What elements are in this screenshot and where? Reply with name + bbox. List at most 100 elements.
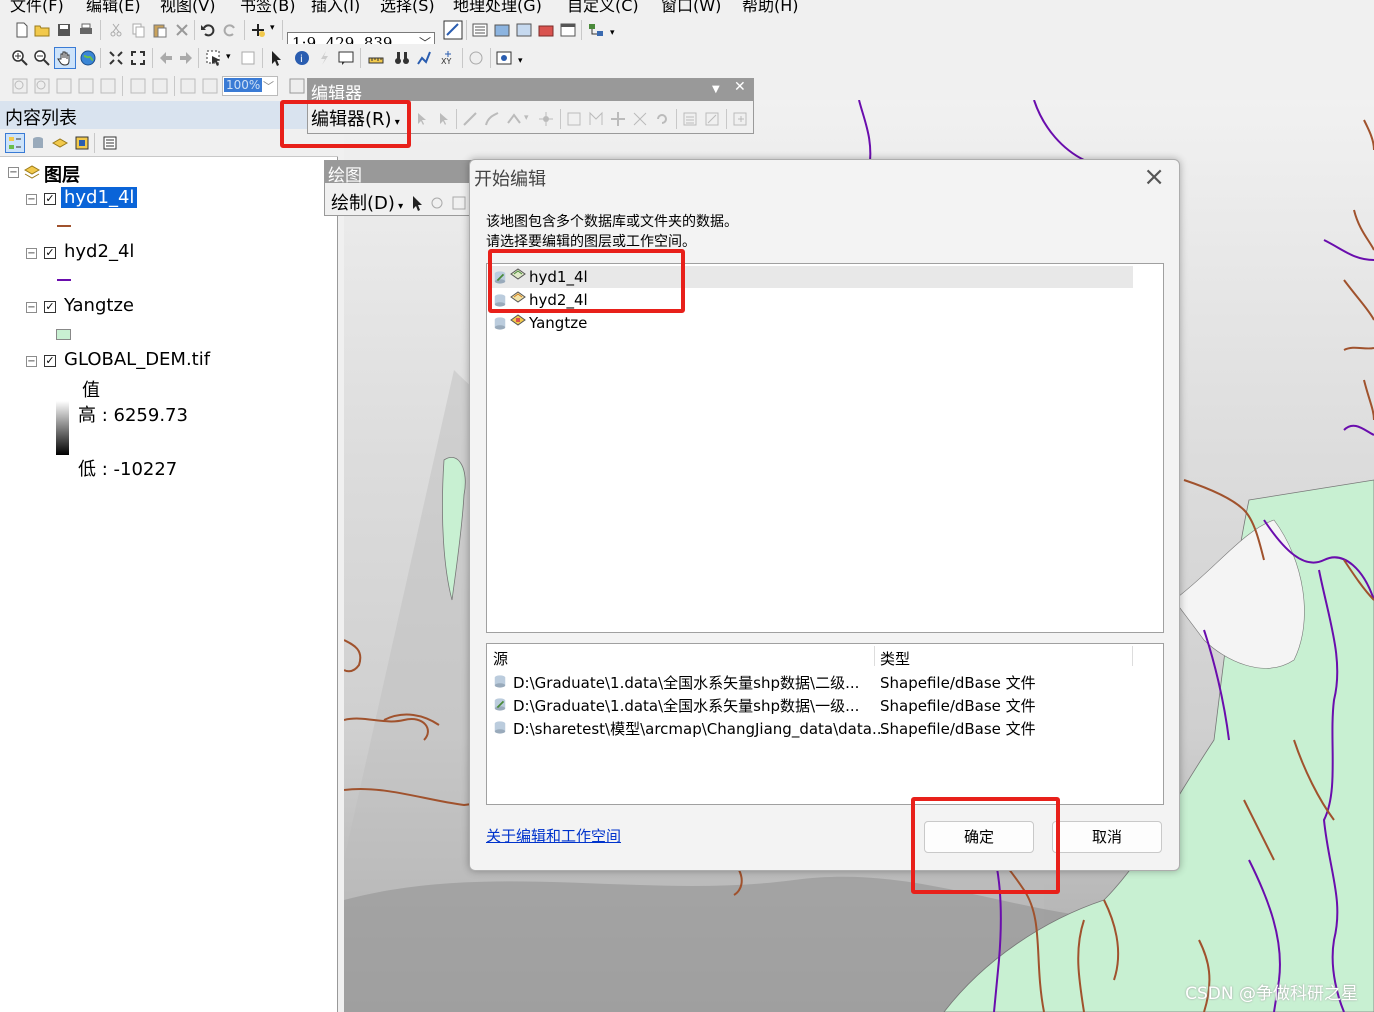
toolbar-options-icon[interactable]: ▾ [610, 28, 615, 38]
draw-zoom-selected-icon[interactable] [451, 195, 467, 211]
layout-fixed-zoom-out-icon[interactable] [152, 78, 168, 94]
arctoolbox-icon[interactable] [538, 22, 554, 38]
save-icon[interactable] [56, 22, 72, 38]
table-of-contents-icon[interactable] [472, 22, 488, 38]
dialog-close-icon[interactable]: × [1143, 162, 1165, 192]
cut-icon[interactable] [108, 22, 124, 38]
catalog-icon[interactable] [494, 22, 510, 38]
create-viewer-window-icon[interactable] [496, 50, 512, 66]
model-builder-icon[interactable] [588, 22, 604, 38]
layer-hyd1-label[interactable]: hyd1_4l [61, 187, 138, 208]
toc-options-icon[interactable] [102, 135, 118, 151]
sketch-properties-icon[interactable] [704, 111, 720, 127]
layout-forward-icon[interactable] [202, 78, 218, 94]
rotate-tool-icon[interactable] [654, 111, 670, 127]
list-by-source-icon[interactable] [30, 135, 46, 151]
list-by-selection-icon[interactable] [74, 135, 90, 151]
list-by-drawing-order-tab[interactable] [5, 133, 25, 153]
layers-group-label[interactable]: 图层 [44, 161, 80, 187]
layout-zoom-chevron-icon[interactable]: ﹀ [263, 78, 274, 94]
select-dropdown-icon[interactable]: ▾ [226, 52, 231, 62]
cancel-button[interactable]: 取消 [1052, 821, 1162, 853]
fixed-zoom-in-icon[interactable] [108, 50, 124, 66]
undo-icon[interactable] [200, 22, 216, 38]
layout-fixed-zoom-in-icon[interactable] [130, 78, 146, 94]
edit-annotation-icon[interactable] [436, 111, 452, 127]
dem-color-ramp[interactable] [56, 401, 69, 455]
zoom-in-icon[interactable] [12, 50, 28, 66]
go-forward-icon[interactable] [178, 50, 194, 66]
construction-tools-dropdown-icon[interactable]: ▾ [524, 113, 529, 123]
select-features-icon[interactable] [206, 50, 222, 66]
editor-toolbar-close-icon[interactable]: ✕ [734, 79, 746, 95]
cut-polygons-icon[interactable] [610, 111, 626, 127]
layer-hyd1-symbol[interactable] [57, 225, 71, 227]
draw-menu-button[interactable]: 绘制(D) ▾ [331, 189, 403, 215]
layer-hyd2-symbol[interactable] [57, 279, 71, 281]
identify-icon[interactable]: i [294, 50, 310, 66]
list-by-visibility-icon[interactable] [52, 135, 68, 151]
layer-yangtze-symbol[interactable] [56, 329, 71, 340]
add-data-icon[interactable] [250, 22, 266, 38]
layer-hyd1-checkbox[interactable]: ✓ [44, 193, 56, 205]
layer-hyd2-checkbox[interactable]: ✓ [44, 247, 56, 259]
find-route-icon[interactable] [416, 50, 432, 66]
layout-100-percent-icon[interactable] [100, 78, 116, 94]
print-icon[interactable] [78, 22, 94, 38]
tools-toolbar-options-icon[interactable]: ▾ [518, 56, 523, 66]
type-column-header[interactable]: 类型 [880, 648, 910, 669]
layout-zoom-out-icon[interactable] [34, 78, 50, 94]
layer-hyd2-collapse-icon[interactable]: − [26, 248, 37, 259]
toggle-draft-mode-icon[interactable] [289, 78, 305, 94]
measure-icon[interactable] [368, 50, 384, 66]
attributes-icon[interactable] [682, 111, 698, 127]
layer-yangtze-collapse-icon[interactable]: − [26, 302, 37, 313]
create-features-icon[interactable] [732, 111, 748, 127]
draw-rotate-icon[interactable] [429, 195, 445, 211]
editor-toolbar-icon[interactable] [443, 20, 463, 40]
fixed-zoom-out-icon[interactable] [130, 50, 146, 66]
layer-dem-collapse-icon[interactable]: − [26, 356, 37, 367]
go-to-xy-icon[interactable]: XY [440, 50, 456, 66]
zoom-out-icon[interactable] [34, 50, 50, 66]
end-point-arc-icon[interactable] [484, 111, 500, 127]
delete-icon[interactable] [174, 22, 190, 38]
redo-icon[interactable] [222, 22, 238, 38]
layout-zoom-combo[interactable]: 100% ﹀ [222, 76, 278, 96]
about-editing-help-link[interactable]: 关于编辑和工作空间 [486, 825, 621, 846]
layer-dem-label[interactable]: GLOBAL_DEM.tif [64, 349, 210, 370]
new-document-icon[interactable] [14, 22, 30, 38]
go-back-icon[interactable] [158, 50, 174, 66]
search-window-icon[interactable] [516, 22, 532, 38]
layers-collapse-icon[interactable]: − [8, 167, 19, 178]
python-window-icon[interactable] [560, 22, 576, 38]
layout-zoom-in-icon[interactable] [12, 78, 28, 94]
paste-icon[interactable] [152, 22, 168, 38]
layer-dem-checkbox[interactable]: ✓ [44, 355, 56, 367]
split-tool-icon[interactable] [632, 111, 648, 127]
point-tool-icon[interactable] [538, 111, 554, 127]
layer-hyd1-collapse-icon[interactable]: − [26, 194, 37, 205]
full-extent-globe-icon[interactable] [80, 50, 96, 66]
edit-tool-icon[interactable] [414, 111, 430, 127]
layer-yangtze-label[interactable]: Yangtze [64, 295, 134, 316]
layout-full-page-icon[interactable] [78, 78, 94, 94]
copy-icon[interactable] [130, 22, 146, 38]
draw-select-arrow-icon[interactable] [409, 195, 425, 211]
table-row[interactable]: D:\Graduate\1.data\全国水系矢量shp数据\二级... Sha… [487, 671, 1163, 693]
html-popup-icon[interactable] [338, 50, 354, 66]
straight-segment-icon[interactable] [462, 111, 478, 127]
draw-toolbar-titlebar[interactable]: 绘图 [325, 161, 471, 186]
add-data-dropdown-icon[interactable]: ▾ [270, 23, 275, 33]
clear-selection-icon[interactable] [240, 50, 256, 66]
reshape-feature-icon[interactable] [588, 111, 604, 127]
layout-back-icon[interactable] [180, 78, 196, 94]
trace-icon[interactable] [506, 111, 522, 127]
table-row[interactable]: D:\Graduate\1.data\全国水系矢量shp数据\一级... Sha… [487, 694, 1163, 716]
editor-toolbar-titlebar[interactable]: 编辑器 ▼ ✕ [308, 79, 753, 104]
edit-vertices-icon[interactable] [566, 111, 582, 127]
pan-tool-button[interactable] [54, 47, 76, 69]
layer-yangtze-checkbox[interactable]: ✓ [44, 301, 56, 313]
open-folder-icon[interactable] [34, 22, 50, 38]
source-column-header[interactable]: 源 [493, 648, 508, 669]
